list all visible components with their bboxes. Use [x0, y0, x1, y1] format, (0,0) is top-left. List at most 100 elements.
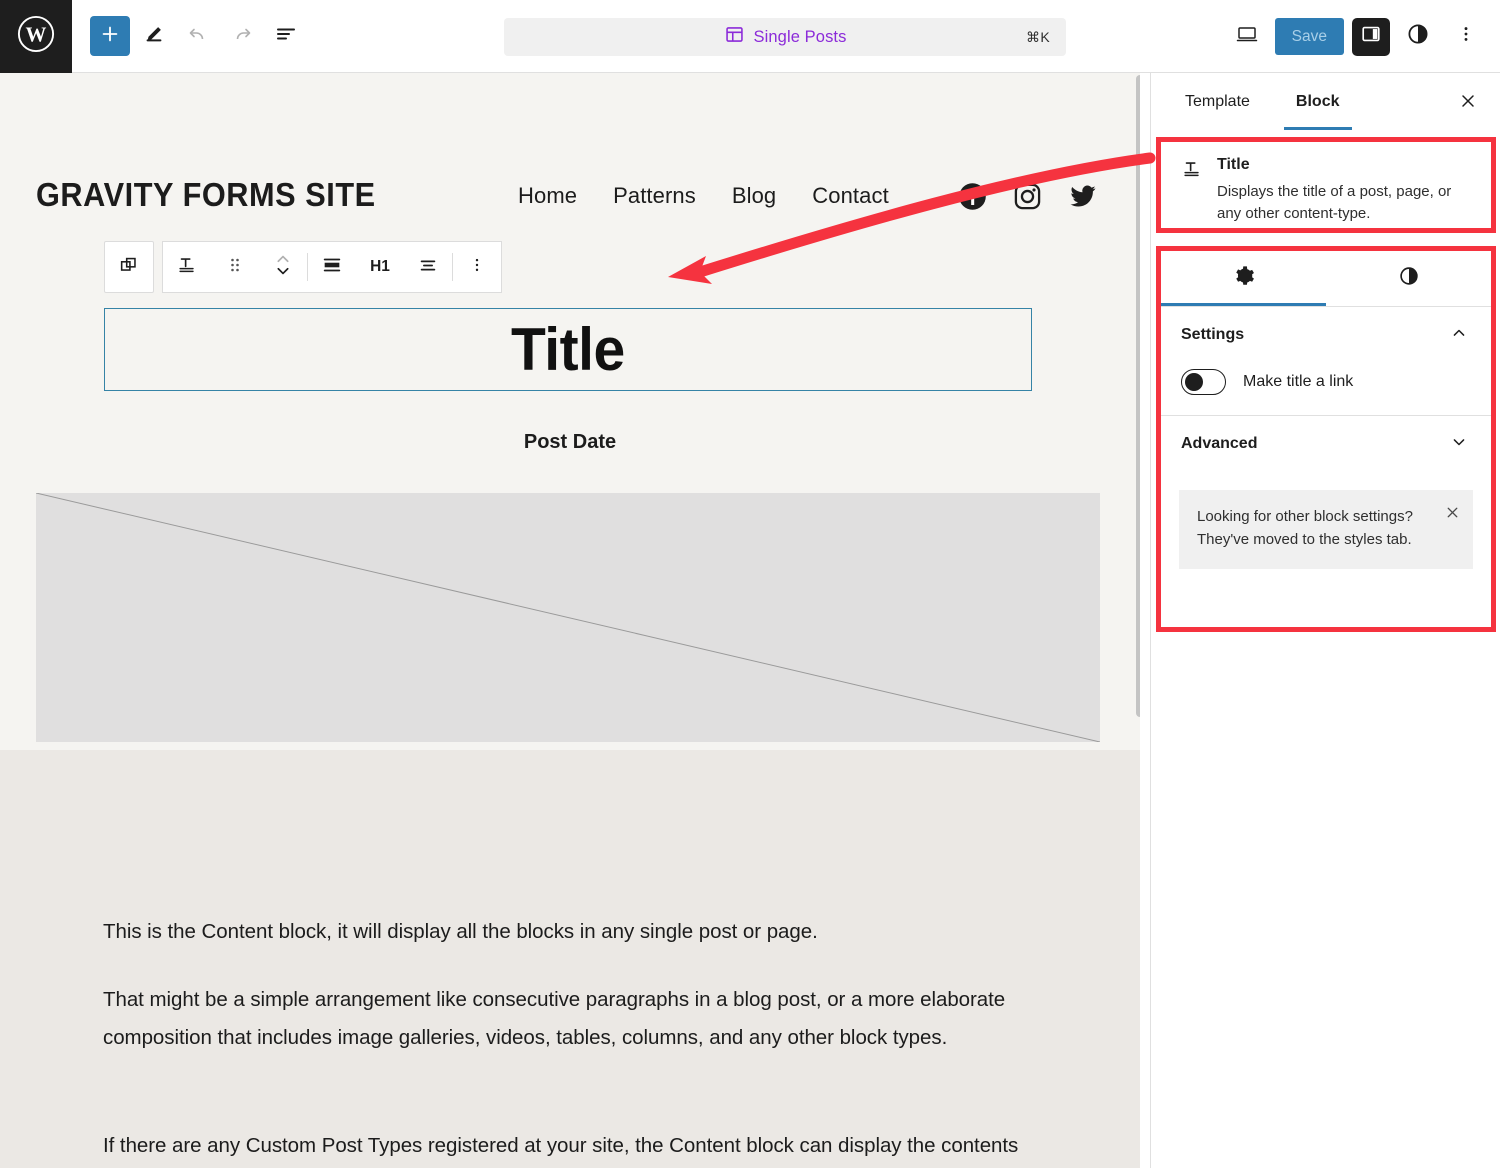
wordpress-logo-icon: W: [17, 15, 55, 58]
move-up-down-icon: [273, 250, 293, 285]
styles-moved-notice: Looking for other block settings? They'v…: [1179, 490, 1473, 569]
text-align-icon: [417, 254, 439, 281]
more-options-button[interactable]: [1446, 17, 1486, 57]
select-parent-block-icon: [118, 254, 140, 281]
sidebar-icon-tabs: [1161, 251, 1491, 307]
toggle-knob: [1185, 373, 1203, 391]
block-info-highlight: Title Displays the title of a post, page…: [1156, 137, 1496, 233]
advanced-section-title: Advanced: [1181, 435, 1258, 452]
block-type-button[interactable]: [163, 242, 211, 292]
canvas-scrollbar[interactable]: [1136, 75, 1140, 717]
select-parent-block-button[interactable]: [105, 242, 153, 292]
desktop-preview-button[interactable]: [1227, 17, 1267, 57]
styles-button[interactable]: [1398, 17, 1438, 57]
chevron-down-icon: [1449, 432, 1469, 457]
post-content-block[interactable]: This is the Content block, it will displ…: [0, 750, 1140, 1168]
desktop-preview-icon: [1235, 22, 1259, 51]
settings-gear-icon: [1233, 265, 1255, 292]
block-align-icon: [321, 254, 343, 281]
tab-block[interactable]: Block: [1284, 73, 1352, 130]
nav-item-blog[interactable]: Blog: [732, 183, 776, 209]
pencil-icon: [143, 23, 165, 50]
template-layout-icon: [724, 24, 745, 50]
save-button[interactable]: Save: [1274, 18, 1344, 55]
edit-tool-button[interactable]: [134, 16, 174, 56]
block-options-button[interactable]: [453, 242, 501, 292]
block-move-group: H1: [162, 241, 502, 293]
command-bar-shortcut: ⌘K: [1026, 28, 1050, 45]
title-block-icon: [176, 254, 198, 281]
instagram-icon[interactable]: [1013, 182, 1042, 216]
tab-styles[interactable]: [1326, 251, 1491, 306]
post-title-text: Title: [511, 316, 625, 383]
twitter-icon[interactable]: [1068, 181, 1098, 216]
block-parent-group: [104, 241, 154, 293]
tab-settings[interactable]: [1161, 251, 1326, 306]
block-settings-sidebar: Template Block Title Displays the title …: [1150, 73, 1500, 1168]
settings-panel-highlight: Settings Make title a link Advanced Look…: [1156, 246, 1496, 632]
editor-canvas: GRAVITY FORMS SITE Home Patterns Blog Co…: [0, 73, 1140, 1168]
site-navigation: Home Patterns Blog Contact: [518, 183, 889, 209]
block-info-card: Title Displays the title of a post, page…: [1161, 142, 1491, 241]
close-sidebar-button[interactable]: [1452, 87, 1484, 119]
content-paragraph-2: That might be a simple arrangement like …: [103, 988, 1006, 1049]
styles-contrast-icon: [1398, 265, 1420, 292]
heading-level-button[interactable]: H1: [356, 242, 404, 292]
top-bar-right-tools: Save: [1227, 0, 1486, 73]
redo-button[interactable]: [222, 16, 262, 56]
content-paragraph-1: This is the Content block, it will displ…: [103, 920, 818, 943]
app-root: W Single Posts ⌘K Save GRAVITY FORMS SIT…: [0, 0, 1500, 1168]
undo-arrow-icon: [186, 22, 210, 51]
block-align-button[interactable]: [308, 242, 356, 292]
block-info-description: Displays the title of a post, page, or a…: [1217, 183, 1452, 222]
settings-section-header[interactable]: Settings: [1161, 307, 1491, 363]
make-title-link-toggle[interactable]: [1181, 369, 1226, 395]
three-dots-vertical-icon: [468, 256, 486, 279]
list-view-button[interactable]: [266, 16, 306, 56]
close-x-icon: [1458, 91, 1478, 116]
styles-moved-notice-text: Looking for other block settings? They'v…: [1197, 508, 1413, 548]
list-view-icon: [274, 22, 298, 51]
block-info-text: Title Displays the title of a post, page…: [1217, 156, 1471, 225]
wordpress-logo-button[interactable]: W: [0, 0, 72, 73]
drag-handle[interactable]: [211, 242, 259, 292]
drag-handle-icon: [226, 255, 244, 280]
editor-top-bar: W Single Posts ⌘K Save: [0, 0, 1500, 73]
post-title-block[interactable]: Title: [104, 308, 1032, 391]
block-info-title: Title: [1217, 156, 1250, 173]
sidebar-toggle-button[interactable]: [1352, 17, 1390, 56]
tab-template[interactable]: Template: [1173, 73, 1262, 130]
command-bar-label: Single Posts: [753, 27, 847, 46]
nav-item-contact[interactable]: Contact: [812, 183, 889, 209]
add-block-button[interactable]: [90, 16, 130, 56]
make-title-link-row[interactable]: Make title a link: [1161, 363, 1491, 415]
sidebar-panel-icon: [1360, 23, 1382, 50]
site-title: GRAVITY FORMS SITE: [36, 176, 376, 213]
plus-icon: [99, 23, 121, 50]
title-block-icon: [1181, 158, 1203, 225]
sidebar-tabs: Template Block: [1151, 73, 1500, 130]
text-align-button[interactable]: [404, 242, 452, 292]
svg-text:W: W: [26, 22, 47, 46]
editor-tools: [90, 16, 306, 56]
content-paragraph-3: If there are any Custom Post Types regis…: [103, 1134, 1019, 1157]
move-block-button[interactable]: [259, 242, 307, 292]
command-bar[interactable]: Single Posts ⌘K: [504, 18, 1066, 56]
undo-button[interactable]: [178, 16, 218, 56]
redo-arrow-icon: [230, 22, 254, 51]
dismiss-notice-button[interactable]: [1444, 504, 1461, 526]
site-header-area: GRAVITY FORMS SITE Home Patterns Blog Co…: [0, 73, 1140, 750]
block-toolbar: H1: [104, 241, 502, 293]
chevron-up-icon: [1449, 323, 1469, 348]
make-title-link-label: Make title a link: [1243, 373, 1354, 390]
facebook-icon[interactable]: [958, 182, 987, 216]
settings-section-title: Settings: [1181, 326, 1245, 343]
featured-image-placeholder[interactable]: [35, 492, 1101, 743]
nav-item-patterns[interactable]: Patterns: [613, 183, 696, 209]
social-links: [958, 181, 1098, 216]
three-dots-vertical-icon: [1456, 24, 1476, 49]
nav-item-home[interactable]: Home: [518, 183, 577, 209]
advanced-section-header[interactable]: Advanced: [1161, 416, 1491, 472]
post-date-block[interactable]: Post Date: [0, 431, 1140, 454]
contrast-half-circle-icon: [1406, 22, 1430, 51]
